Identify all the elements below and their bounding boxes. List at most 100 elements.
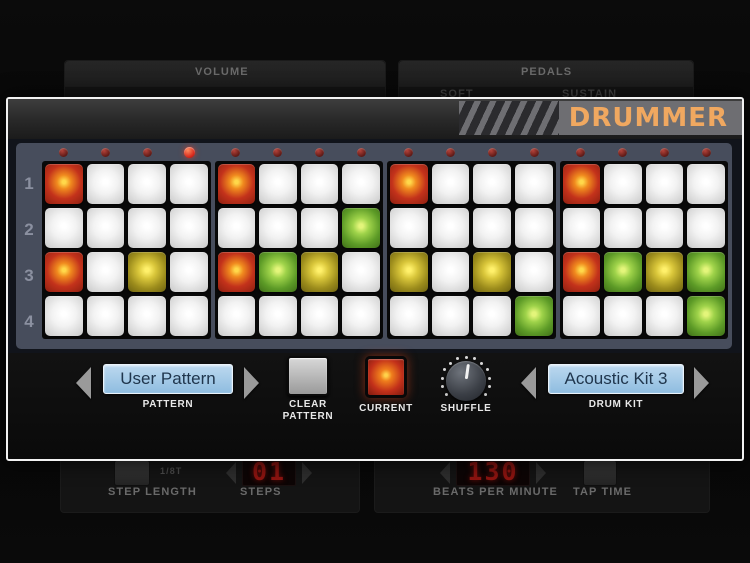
step-pad[interactable] [128, 208, 166, 248]
step-section [560, 143, 729, 349]
step-pad[interactable] [687, 252, 725, 292]
step-pad[interactable] [87, 208, 125, 248]
drum-kit-next-arrow[interactable] [694, 367, 709, 399]
step-pad[interactable] [170, 296, 208, 336]
step-led [341, 148, 383, 157]
drum-kit-display[interactable]: Acoustic Kit 3 [548, 364, 684, 394]
step-pad[interactable] [687, 208, 725, 248]
step-pad[interactable] [687, 296, 725, 336]
step-pad[interactable] [45, 252, 83, 292]
step-pad[interactable] [390, 252, 428, 292]
step-led [257, 148, 299, 157]
step-pad[interactable] [515, 252, 553, 292]
step-pad[interactable] [390, 164, 428, 204]
step-pad[interactable] [604, 252, 642, 292]
pattern-next-arrow[interactable] [244, 367, 259, 399]
step-pad[interactable] [87, 252, 125, 292]
step-led [644, 148, 686, 157]
knob-scale-dot [465, 356, 468, 359]
pattern-prev-arrow[interactable] [76, 367, 91, 399]
step-pad[interactable] [473, 252, 511, 292]
step-pad[interactable] [301, 208, 339, 248]
pad-row [45, 252, 208, 292]
step-pad[interactable] [128, 164, 166, 204]
step-pad[interactable] [563, 164, 601, 204]
step-pad[interactable] [45, 296, 83, 336]
pattern-display[interactable]: User Pattern [103, 364, 233, 394]
step-pad[interactable] [432, 208, 470, 248]
step-pad[interactable] [259, 252, 297, 292]
step-pad[interactable] [342, 208, 380, 248]
tap-time-button[interactable] [583, 460, 617, 486]
step-pad[interactable] [390, 296, 428, 336]
pad-block [42, 161, 211, 339]
steps-decrement-arrow[interactable] [226, 462, 236, 484]
step-pad[interactable] [342, 296, 380, 336]
step-pad[interactable] [87, 164, 125, 204]
pad-block [215, 161, 384, 339]
step-pad[interactable] [687, 164, 725, 204]
drummer-modal: DRUMMER 1 2 3 4 User Pattern PATTERN [6, 97, 744, 461]
step-pad[interactable] [301, 164, 339, 204]
bpm-increment-arrow[interactable] [536, 462, 546, 484]
step-pad[interactable] [128, 252, 166, 292]
step-pad[interactable] [473, 208, 511, 248]
knob-scale-dot [443, 368, 446, 371]
step-pad[interactable] [301, 296, 339, 336]
current-button[interactable] [365, 356, 407, 398]
step-pad[interactable] [218, 296, 256, 336]
step-pad[interactable] [646, 208, 684, 248]
step-pad[interactable] [342, 164, 380, 204]
step-pad[interactable] [218, 252, 256, 292]
steps-increment-arrow[interactable] [302, 462, 312, 484]
step-pad[interactable] [563, 208, 601, 248]
step-pad[interactable] [604, 208, 642, 248]
step-pad[interactable] [563, 252, 601, 292]
step-pad[interactable] [604, 296, 642, 336]
step-pad[interactable] [432, 252, 470, 292]
step-pad[interactable] [563, 296, 601, 336]
step-pad[interactable] [170, 252, 208, 292]
pad-row [45, 296, 208, 336]
drum-kit-prev-arrow[interactable] [521, 367, 536, 399]
steps-label: STEPS [240, 486, 282, 498]
step-pad[interactable] [218, 208, 256, 248]
pedals-panel-title: PEDALS [521, 66, 572, 78]
step-pad[interactable] [473, 164, 511, 204]
step-pad[interactable] [259, 208, 297, 248]
clear-pattern-button[interactable] [287, 356, 329, 396]
pad-row [563, 296, 726, 336]
pad-row [563, 252, 726, 292]
step-pad[interactable] [301, 252, 339, 292]
step-pad[interactable] [259, 296, 297, 336]
step-pad[interactable] [259, 164, 297, 204]
step-pad[interactable] [390, 208, 428, 248]
bpm-decrement-arrow[interactable] [440, 462, 450, 484]
step-led [168, 147, 210, 158]
step-pad[interactable] [432, 164, 470, 204]
step-pad[interactable] [45, 208, 83, 248]
step-pad[interactable] [170, 164, 208, 204]
step-pad[interactable] [646, 252, 684, 292]
step-pad[interactable] [45, 164, 83, 204]
step-pad[interactable] [432, 296, 470, 336]
step-pad[interactable] [342, 252, 380, 292]
step-pad[interactable] [515, 208, 553, 248]
pattern-label: PATTERN [103, 399, 233, 411]
step-pad[interactable] [128, 296, 166, 336]
step-pad[interactable] [87, 296, 125, 336]
shuffle-knob[interactable] [438, 353, 494, 409]
brand-plate: DRUMMER [559, 101, 742, 135]
step-pad[interactable] [604, 164, 642, 204]
step-pad[interactable] [473, 296, 511, 336]
step-pad[interactable] [218, 164, 256, 204]
step-pad[interactable] [170, 208, 208, 248]
step-pad[interactable] [515, 296, 553, 336]
step-grid-panel: 1 2 3 4 [16, 143, 732, 349]
step-length-button[interactable] [114, 460, 150, 486]
shuffle-knob-body[interactable] [446, 361, 486, 401]
step-pad[interactable] [646, 296, 684, 336]
row-number: 4 [16, 299, 42, 345]
step-pad[interactable] [515, 164, 553, 204]
step-pad[interactable] [646, 164, 684, 204]
